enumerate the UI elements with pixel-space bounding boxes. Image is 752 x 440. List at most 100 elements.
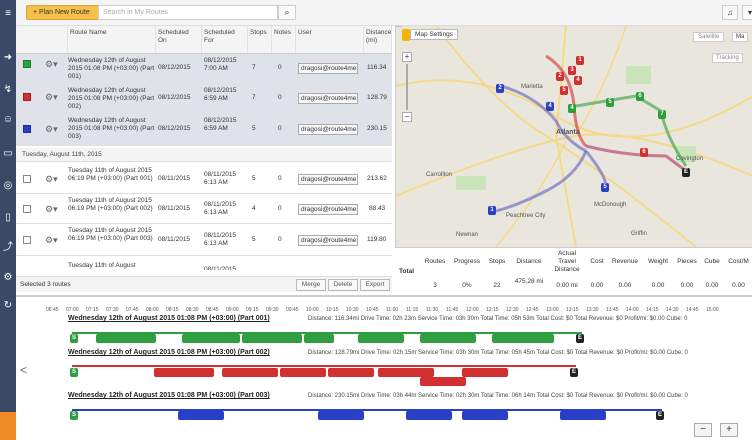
timeline-stop-segment[interactable]: [492, 334, 554, 343]
zoom-in-icon[interactable]: +: [402, 52, 412, 62]
timeline-end-marker[interactable]: E: [570, 368, 578, 377]
table-row[interactable]: ⚙▾ Tuesday 11th of August 2015 06:19 PM …: [16, 224, 392, 256]
user-field[interactable]: dragosi@route4me: [298, 124, 358, 135]
timeline-stop-segment[interactable]: [420, 377, 466, 386]
timeline-start-marker[interactable]: S: [70, 411, 78, 420]
user-field[interactable]: dragosi@route4me: [298, 235, 358, 246]
timeline-route-title[interactable]: Wednesday 12th of August 2015 01:08 PM (…: [68, 392, 270, 399]
gear-icon[interactable]: ⚙▾: [45, 204, 58, 215]
phone-icon[interactable]: ▯: [2, 212, 14, 224]
menu-icon[interactable]: ≡: [2, 8, 14, 20]
map-marker-blue[interactable]: 2: [496, 84, 504, 93]
help-tab[interactable]: [0, 412, 16, 440]
map-marker-green[interactable]: 4: [568, 104, 576, 113]
route-icon[interactable]: ↯: [2, 84, 14, 96]
timeline-stop-segment[interactable]: [182, 334, 240, 343]
map-marker-green[interactable]: 7: [658, 110, 666, 119]
route-name[interactable]: Wednesday 12th of August 2015 01:08 PM (…: [68, 84, 156, 111]
timeline-stop-segment[interactable]: [318, 411, 364, 420]
map-marker-blue[interactable]: 4: [546, 102, 554, 111]
timeline-stop-segment[interactable]: [358, 334, 404, 343]
map-marker-green[interactable]: 5: [606, 98, 614, 107]
search-icon[interactable]: ⌕: [278, 5, 296, 20]
location-icon[interactable]: ◎: [2, 180, 14, 192]
timeline-stop-segment[interactable]: [462, 411, 508, 420]
user-field[interactable]: dragosi@route4me: [298, 204, 358, 215]
route-name[interactable]: Tuesday 11th of August 2015 06:19 PM (+0…: [68, 164, 156, 183]
column-route-name[interactable]: Route Name: [68, 26, 156, 54]
user-field[interactable]: dragosi@route4me: [298, 174, 358, 185]
nav-arrow-icon[interactable]: ➜: [2, 52, 14, 64]
column-distance[interactable]: Distance (mi): [364, 26, 392, 54]
timeline-stop-segment[interactable]: [328, 368, 374, 377]
route-name[interactable]: Tuesday 11th of August: [68, 256, 156, 270]
route-name[interactable]: Wednesday 12th of August 2015 01:08 PM (…: [68, 54, 156, 81]
timeline-stop-segment[interactable]: [406, 411, 452, 420]
tracking-toggle[interactable]: Tracking: [712, 53, 743, 63]
timeline-stop-segment[interactable]: [178, 411, 224, 420]
column-user[interactable]: User: [296, 26, 364, 54]
timeline-stop-segment[interactable]: [242, 334, 302, 343]
table-row[interactable]: ⚙▾ Tuesday 11th of August 2015 06:19 PM …: [16, 164, 392, 194]
table-row[interactable]: ⚙▾ Wednesday 12th of August 2015 01:08 P…: [16, 54, 392, 84]
table-row[interactable]: Tuesday 11th of August 08/11/2015: [16, 256, 392, 270]
map-marker-end[interactable]: E: [682, 168, 690, 177]
plan-new-route-button[interactable]: + Plan New Route: [26, 5, 108, 20]
timeline-stop-segment[interactable]: [96, 334, 156, 343]
settings-icon[interactable]: ⚙: [2, 272, 14, 284]
gear-icon[interactable]: ⚙▾: [45, 174, 58, 185]
timeline-stop-segment[interactable]: [222, 368, 278, 377]
timeline-stop-segment[interactable]: [304, 334, 334, 343]
timeline-start-marker[interactable]: S: [70, 368, 78, 377]
timeline-end-marker[interactable]: E: [576, 334, 584, 343]
street-view-pegman-icon[interactable]: [402, 29, 410, 41]
timeline-stop-segment[interactable]: [420, 334, 476, 343]
gear-icon[interactable]: ⚙▾: [45, 92, 58, 103]
timeline-stop-segment[interactable]: [280, 368, 326, 377]
gear-icon[interactable]: ⚙▾: [45, 124, 58, 135]
people-icon[interactable]: ☺: [2, 114, 14, 126]
timeline-stop-segment[interactable]: [560, 411, 606, 420]
satellite-tab[interactable]: Satellite: [693, 32, 725, 42]
map-settings-button[interactable]: Map Settings: [410, 29, 458, 40]
map-marker-red[interactable]: 3: [568, 66, 576, 75]
share-icon[interactable]: ⤴: [2, 242, 14, 254]
bell-icon[interactable]: ♫: [722, 5, 738, 20]
user-menu-icon[interactable]: ▾: [742, 5, 752, 20]
timeline-prev-arrow-icon[interactable]: <: [20, 363, 27, 377]
zoom-out-icon[interactable]: −: [402, 112, 412, 122]
truck-icon[interactable]: ▭: [2, 148, 14, 160]
timeline-start-marker[interactable]: S: [70, 334, 78, 343]
timeline-end-marker[interactable]: E: [656, 411, 664, 420]
column-scheduled-on[interactable]: Scheduled On: [156, 26, 202, 54]
table-row[interactable]: ⚙▾ Wednesday 12th of August 2015 01:08 P…: [16, 84, 392, 114]
table-row[interactable]: ⚙▾ Wednesday 12th of August 2015 01:08 P…: [16, 114, 392, 146]
row-checkbox[interactable]: [23, 125, 31, 133]
timeline-zoom-out-button[interactable]: −: [694, 423, 712, 437]
column-scheduled-for[interactable]: Scheduled For: [202, 26, 248, 54]
map-marker-green[interactable]: 6: [636, 92, 644, 101]
user-field[interactable]: dragosi@route4me: [298, 63, 358, 74]
column-notes[interactable]: Notes: [272, 26, 296, 54]
map-marker-red[interactable]: 1: [576, 56, 584, 65]
map-marker-blue[interactable]: 1: [488, 206, 496, 215]
timeline-route-title[interactable]: Wednesday 12th of August 2015 01:08 PM (…: [68, 349, 270, 356]
gear-icon[interactable]: ⚙▾: [45, 235, 58, 246]
map-tab[interactable]: Ma: [732, 32, 749, 42]
timeline-route-title[interactable]: Wednesday 12th of August 2015 01:08 PM (…: [68, 315, 270, 322]
timeline-stop-segment[interactable]: [378, 368, 434, 377]
gear-icon[interactable]: ⚙▾: [45, 59, 58, 70]
map-marker-red[interactable]: 6: [640, 148, 648, 157]
row-checkbox[interactable]: [23, 93, 31, 101]
row-checkbox[interactable]: [23, 60, 31, 68]
table-row[interactable]: ⚙▾ Tuesday 11th of August 2015 06:19 PM …: [16, 194, 392, 224]
user-field[interactable]: dragosi@route4me: [298, 93, 358, 104]
timeline-zoom-in-button[interactable]: +: [720, 423, 738, 437]
row-checkbox[interactable]: [23, 205, 31, 213]
route-name[interactable]: Tuesday 11th of August 2015 06:19 PM (+0…: [68, 194, 156, 213]
map-marker-red[interactable]: 4: [574, 76, 582, 85]
map-marker-red[interactable]: 5: [560, 86, 568, 95]
route-name[interactable]: Wednesday 12th of August 2015 01:08 PM (…: [68, 114, 156, 141]
map-marker-red[interactable]: 2: [556, 72, 564, 81]
row-checkbox[interactable]: [23, 175, 31, 183]
